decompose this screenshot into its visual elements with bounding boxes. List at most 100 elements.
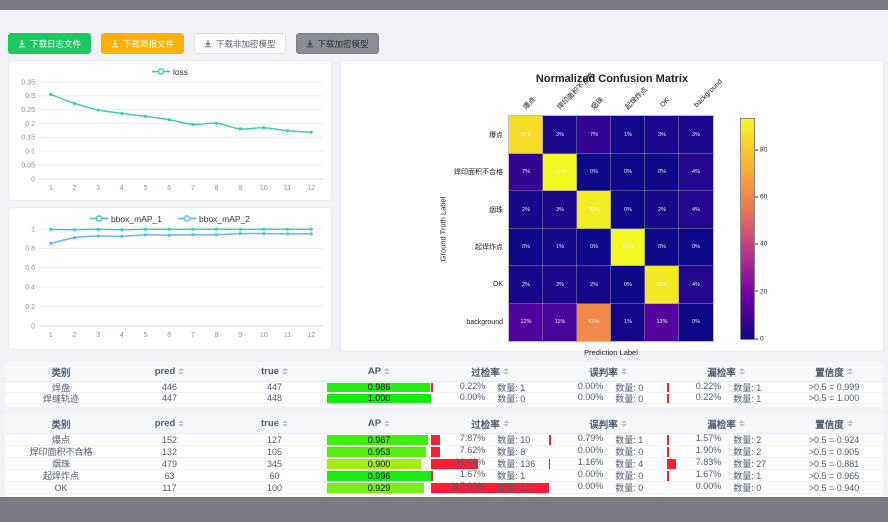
- download-encrypted-model-button[interactable]: 下载加密模型: [296, 33, 379, 54]
- svg-text:10: 10: [260, 332, 268, 339]
- column-header-1[interactable]: pred: [117, 362, 222, 381]
- column-header-2[interactable]: true: [222, 362, 327, 381]
- dashboard-content: 下载日志文件 下载简报文件 下载非加密模型 下载加密模型 loss 0.350.…: [0, 10, 888, 497]
- sort-carets-icon: [847, 420, 853, 428]
- window-bottom-frame: [0, 497, 888, 522]
- cm-row-label: 爆点: [385, 116, 503, 154]
- cm-cell: 2%: [645, 191, 679, 229]
- svg-text:7: 7: [191, 332, 195, 339]
- cell-confidence: >0.5 = 1.000: [785, 393, 883, 403]
- cm-col-label: 烟珠: [589, 95, 606, 112]
- cell-rate-2: 0.22%数量: 1: [667, 382, 785, 392]
- cell-rate-0: 117.00%数量: 117: [431, 482, 549, 493]
- svg-text:3: 3: [96, 332, 100, 339]
- cm-cell: 1%: [543, 229, 577, 267]
- legend-item-loss[interactable]: loss: [152, 67, 188, 77]
- cm-colorbar-tick: 20: [755, 288, 767, 295]
- svg-text:11: 11: [284, 332, 291, 339]
- cell-category: 起焊炸点: [5, 470, 117, 481]
- sort-carets-icon: [503, 420, 509, 428]
- cell-rate-2: 0.00%数量: 0: [667, 482, 785, 493]
- column-header-0: 类别: [5, 362, 117, 381]
- download-icon: [18, 40, 26, 48]
- svg-text:5: 5: [144, 185, 148, 192]
- column-header-1[interactable]: pred: [117, 414, 222, 433]
- cm-x-axis-label: Prediction Label: [584, 348, 638, 357]
- cell-confidence: >0.5 = 0.905: [785, 446, 883, 457]
- line-series-icon: [90, 214, 108, 223]
- download-report-button[interactable]: 下载简报文件: [101, 33, 184, 54]
- column-header-3[interactable]: AP: [327, 414, 431, 433]
- legend-item-bbox_mAP_1[interactable]: bbox_mAP_1: [90, 214, 162, 224]
- cm-colorbar: [741, 119, 754, 339]
- column-header-4[interactable]: 过检率: [431, 362, 549, 381]
- cell-confidence: >0.5 = 0.999: [785, 382, 883, 392]
- cell-rate-0: 7.87%数量: 10: [431, 434, 549, 445]
- cm-y-axis-label: Ground Truth Label: [439, 196, 448, 261]
- download-log-button[interactable]: 下载日志文件: [8, 33, 91, 54]
- column-header-5[interactable]: 误判率: [549, 362, 667, 381]
- column-header-6[interactable]: 漏检率: [667, 414, 785, 433]
- loss-chart-legend: loss: [9, 61, 331, 77]
- cm-col-label: OK: [659, 97, 671, 109]
- legend-item-bbox_mAP_2[interactable]: bbox_mAP_2: [178, 214, 250, 224]
- cm-cell: 0%: [645, 154, 679, 192]
- cm-cell: 0%: [679, 229, 713, 267]
- table-row: 爆点1521270.9677.87%数量: 100.79%数量: 11.57%数…: [5, 434, 883, 446]
- map-chart-legend: bbox_mAP_1 bbox_mAP_2: [9, 208, 331, 224]
- cell-ap: 0.900: [327, 458, 431, 469]
- column-header-2[interactable]: true: [222, 414, 327, 433]
- cm-cell: 2%: [509, 191, 543, 229]
- column-header-label: 漏检率: [707, 365, 736, 379]
- svg-text:11: 11: [284, 185, 291, 192]
- cell-rate-2: 1.90%数量: 2: [667, 446, 785, 457]
- cell-rate-1: 0.79%数量: 1: [549, 434, 667, 445]
- cell-rate-2: 0.22%数量: 1: [667, 393, 785, 403]
- cell-true: 127: [222, 434, 327, 445]
- cell-category: 焊缝轨迹: [5, 393, 117, 403]
- svg-text:2: 2: [73, 332, 77, 339]
- cm-cell: 85%: [509, 116, 543, 154]
- column-header-0: 类别: [5, 414, 117, 433]
- column-header-label: pred: [155, 366, 176, 377]
- column-header-3[interactable]: AP: [327, 362, 431, 381]
- column-header-7[interactable]: 置信度: [785, 414, 883, 433]
- cell-rate-0: 0.00%数量: 0: [431, 393, 549, 403]
- cell-ap: 0.929: [327, 482, 431, 493]
- table-row: 起焊炸点63600.9961.67%数量: 10.00%数量: 01.67%数量…: [5, 470, 883, 482]
- column-header-label: true: [261, 418, 279, 429]
- download-encrypted-model-label: 下载加密模型: [318, 38, 369, 50]
- column-header-6[interactable]: 漏检率: [667, 362, 785, 381]
- cell-pred: 132: [117, 446, 222, 457]
- cell-ap: 0.953: [327, 446, 431, 457]
- cell-pred: 447: [117, 393, 222, 403]
- svg-text:1: 1: [49, 332, 53, 339]
- svg-text:0.2: 0.2: [25, 304, 35, 311]
- cell-ap: 0.996: [327, 470, 431, 481]
- cm-cell: 3%: [679, 116, 713, 154]
- cell-category: 烟珠: [5, 458, 117, 469]
- cm-cell: 93%: [611, 229, 645, 267]
- category-metrics-table-2: 类别pred true AP过检率误判率漏检率置信度爆点1521270.9677.8…: [5, 414, 883, 497]
- cm-cell: 61%: [577, 304, 611, 342]
- sort-carets-icon: [178, 420, 184, 428]
- column-header-4[interactable]: 过检率: [431, 414, 549, 433]
- column-header-7[interactable]: 置信度: [785, 362, 883, 381]
- table-row: 焊盘4464470.9860.22%数量: 10.00%数量: 00.22%数量…: [5, 382, 883, 393]
- cm-cell: 7%: [509, 154, 543, 192]
- cm-cell: 2%: [577, 266, 611, 304]
- cell-pred: 152: [117, 434, 222, 445]
- cm-cell: 3%: [543, 116, 577, 154]
- cell-ap: 0.986: [327, 382, 431, 392]
- column-header-label: 类别: [51, 365, 70, 379]
- cm-cell: 3%: [543, 266, 577, 304]
- sort-carets-icon: [621, 368, 627, 376]
- download-plain-model-button[interactable]: 下载非加密模型: [194, 33, 286, 54]
- column-header-5[interactable]: 误判率: [549, 414, 667, 433]
- cell-true: 100: [222, 482, 327, 493]
- loss-chart-card: loss 0.350.30.250.20.150.10.050123456789…: [8, 60, 332, 201]
- table-row: 焊缝轨迹4474481.0000.00%数量: 00.00%数量: 00.22%…: [5, 393, 883, 404]
- cell-ap: 1.000: [327, 393, 431, 403]
- column-header-label: 置信度: [815, 365, 844, 379]
- cm-row-label: OK: [385, 266, 503, 304]
